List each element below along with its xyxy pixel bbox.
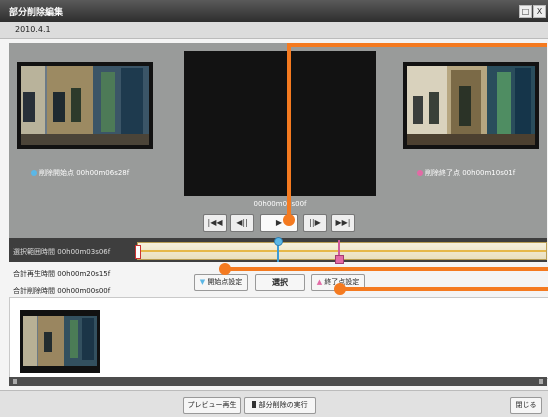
partial-delete-edit-window: 部分削除編集 □ X 2010.4.1 削除開始点 00h00m06s28f 0…	[0, 0, 548, 417]
callout-line-set-end	[342, 287, 548, 291]
callout-line-set-start	[226, 267, 548, 271]
clip-thumbnail[interactable]	[20, 310, 100, 373]
total-delete-time: 合計削除時間 00h00m00s00f	[13, 287, 111, 295]
selection-range-bar: 選択範囲時間 00h00m03s06f	[9, 237, 547, 264]
delete-icon	[252, 401, 257, 408]
range-label: 選択範囲時間 00h00m03s06f	[13, 248, 111, 256]
step-forward-button[interactable]: ||▶	[303, 214, 327, 232]
end-point-marker-icon	[417, 170, 423, 176]
range-end-marker-icon[interactable]	[334, 255, 344, 264]
delete-end-caption: 削除終了点 00h00m10s01f	[417, 168, 515, 178]
skip-to-start-button[interactable]: |◀◀	[203, 214, 227, 232]
delete-end-time: 削除終了点 00h00m10s01f	[425, 169, 516, 177]
delete-start-time: 削除開始点 00h00m06s28f	[39, 169, 130, 177]
execute-partial-delete-button[interactable]: 部分削除の実行	[244, 397, 316, 414]
step-back-button[interactable]: ◀||	[230, 214, 254, 232]
step-forward-icon: ||▶	[309, 218, 321, 227]
total-play-time: 合計再生時間 00h00m20s15f	[13, 270, 111, 278]
delete-start-thumbnail	[17, 62, 153, 149]
callout-line-play-vertical	[287, 43, 291, 221]
callout-line-play	[287, 43, 547, 47]
date-label: 2010.4.1	[15, 25, 51, 34]
play-icon: ▶	[275, 218, 283, 227]
select-button[interactable]: 選択	[255, 274, 305, 291]
current-timecode: 00h00m08s00f	[253, 200, 307, 208]
delete-start-caption: 削除開始点 00h00m06s28f	[31, 168, 129, 178]
timeline-band	[138, 250, 546, 252]
skip-end-icon: ▶▶|	[335, 218, 351, 227]
callout-dot-set-start	[219, 263, 231, 275]
range-value: 00h00m03s06f	[57, 248, 111, 256]
start-point-marker-icon	[31, 170, 37, 176]
scroll-right-arrow-icon[interactable]	[539, 379, 543, 384]
window-title: 部分削除編集	[9, 8, 64, 18]
total-delete-value: 00h00m00s00f	[57, 287, 111, 295]
preview-stage: 削除開始点 00h00m06s28f 00h00m08s00f 削除終了点 00	[9, 43, 547, 238]
preview-play-button[interactable]: プレビュー再生	[183, 397, 241, 414]
step-back-icon: ◀||	[236, 218, 248, 227]
title-bar: 部分削除編集 □ X	[0, 0, 548, 22]
track-start-cap	[135, 245, 141, 259]
callout-dot-set-end	[334, 283, 346, 295]
start-frame-image	[17, 62, 153, 149]
date-bar: 2010.4.1	[0, 22, 548, 39]
timeline-track[interactable]	[135, 237, 547, 264]
scroll-left-arrow-icon[interactable]	[13, 379, 17, 384]
set-start-point-button[interactable]: ▼ 開始点設定	[194, 274, 248, 291]
skip-to-end-button[interactable]: ▶▶|	[331, 214, 355, 232]
skip-start-icon: |◀◀	[207, 218, 223, 227]
callout-dot-play	[283, 214, 295, 226]
clip-strip-scrollbar[interactable]	[9, 377, 547, 386]
start-point-icon: ▼	[199, 278, 206, 286]
end-point-icon: ▲	[316, 278, 323, 286]
range-start-marker-icon[interactable]	[273, 237, 283, 246]
restore-button[interactable]: □	[519, 5, 532, 18]
delete-end-thumbnail	[403, 62, 539, 149]
end-frame-image	[403, 62, 539, 149]
close-button[interactable]: 閉じる	[510, 397, 542, 414]
total-play-value: 00h00m20s15f	[57, 270, 111, 278]
clip-strip	[9, 297, 548, 379]
clip-frame-image	[20, 310, 100, 373]
close-window-button[interactable]: X	[533, 5, 546, 18]
footer-bar: プレビュー再生 部分削除の実行 閉じる	[0, 390, 548, 417]
main-video-preview[interactable]	[184, 51, 376, 196]
